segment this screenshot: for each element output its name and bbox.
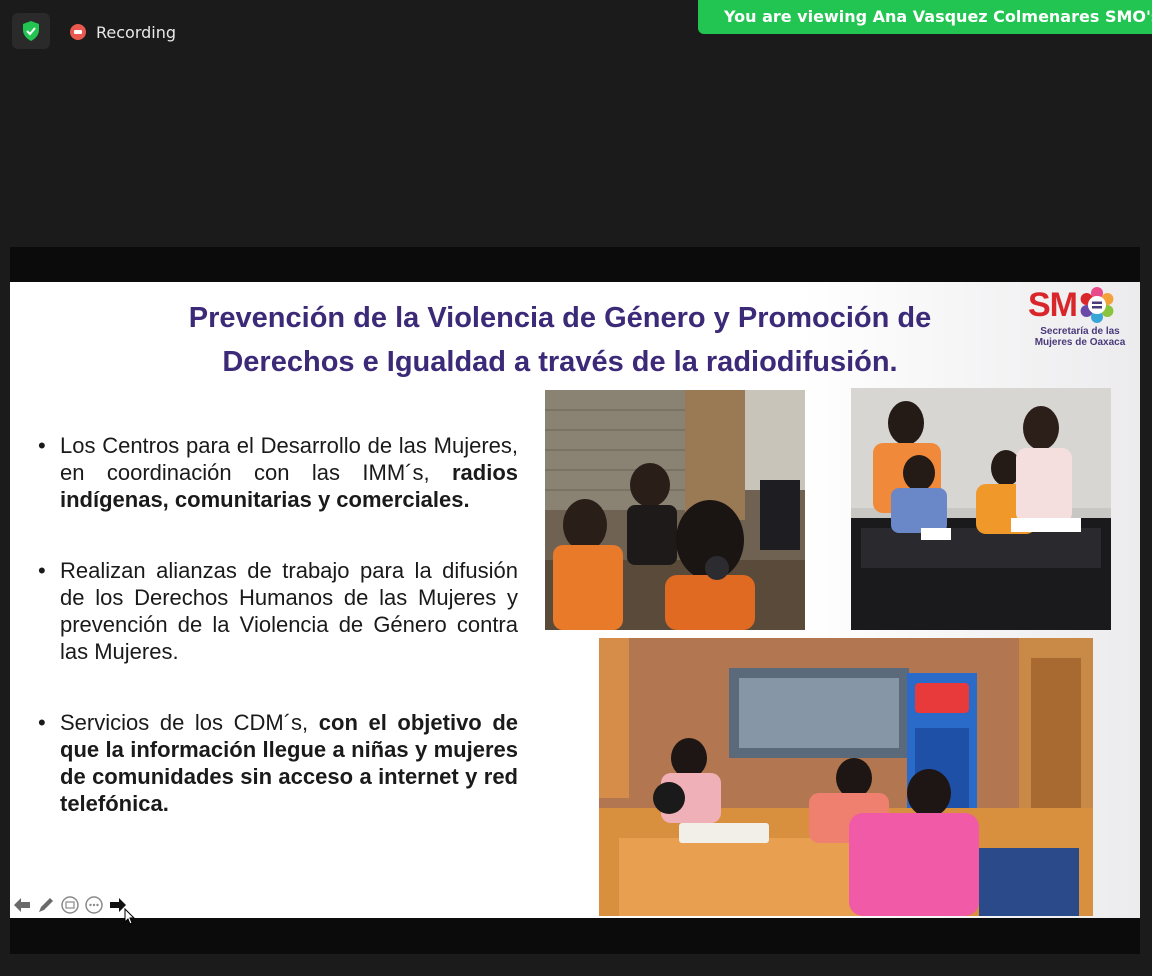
radio-studio-photo: [599, 638, 1093, 916]
arrow-left-icon[interactable]: [12, 895, 32, 915]
shared-screen: Prevención de la Violencia de Género y P…: [10, 247, 1140, 954]
bullet-text: Servicios de los CDM´s,: [60, 710, 309, 735]
logo-subtitle-line1: Secretaría de las: [1040, 326, 1120, 337]
logo-initials: SM: [1028, 285, 1078, 324]
slide-toolbar: [12, 894, 128, 916]
meeting-topbar: Recording You are viewing Ana Vasquez Co…: [0, 0, 1152, 60]
radio-booth-photo: [545, 390, 805, 630]
logo-flower-icon: [1080, 287, 1114, 323]
mouse-cursor-icon: [124, 908, 136, 925]
slide-title-line2: Derechos e Igualdad a través de la radio…: [222, 346, 898, 378]
radio-table-photo: [851, 388, 1111, 630]
logo-subtitle-line2: Mujeres de Oaxaca: [1034, 337, 1126, 348]
slides-icon[interactable]: [60, 895, 80, 915]
bullet-item: Los Centros para el Desarrollo de las Mu…: [38, 432, 518, 513]
logo-subtitle: Secretaría de las Mujeres de Oaxaca: [1028, 326, 1132, 348]
pen-icon[interactable]: [36, 895, 56, 915]
recording-indicator[interactable]: Recording: [70, 20, 176, 44]
slide-title: Prevención de la Violencia de Género y P…: [60, 296, 1060, 384]
presentation-slide: Prevención de la Violencia de Género y P…: [10, 282, 1140, 918]
bullet-list: Los Centros para el Desarrollo de las Mu…: [38, 432, 518, 861]
shield-check-icon[interactable]: [12, 13, 50, 49]
bullet-text: Realizan alianzas de trabajo para la dif…: [60, 558, 518, 664]
recording-label: Recording: [96, 22, 177, 42]
recording-icon: [70, 24, 86, 40]
bullet-item: Realizan alianzas de trabajo para la dif…: [38, 557, 518, 665]
bullet-item: Servicios de los CDM´s, con el objetivo …: [38, 709, 518, 817]
viewing-banner[interactable]: You are viewing Ana Vasquez Colmenares S…: [698, 0, 1152, 34]
smo-logo: SM Secretaría de las Mujeres de Oaxaca: [1028, 284, 1138, 354]
slide-title-line1: Prevención de la Violencia de Género y P…: [188, 302, 932, 334]
more-icon[interactable]: [84, 895, 104, 915]
